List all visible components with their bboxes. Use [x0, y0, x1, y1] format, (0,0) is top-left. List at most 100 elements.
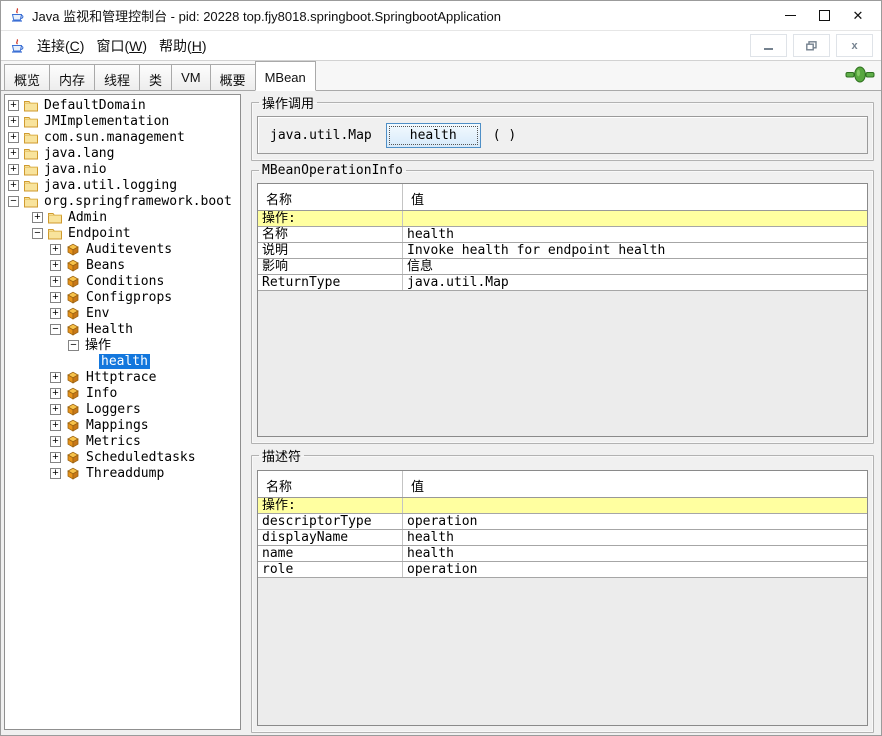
- mbean-icon: [65, 323, 81, 336]
- expand-icon[interactable]: +: [50, 436, 61, 447]
- expand-icon[interactable]: +: [50, 468, 61, 479]
- internal-minimize-button[interactable]: [750, 34, 787, 57]
- expand-icon[interactable]: +: [8, 164, 19, 175]
- collapse-icon[interactable]: −: [8, 196, 19, 207]
- collapse-icon[interactable]: −: [68, 340, 79, 351]
- expand-icon[interactable]: +: [50, 420, 61, 431]
- tree-node-admin[interactable]: + Admin: [5, 209, 240, 225]
- expand-icon[interactable]: +: [50, 276, 61, 287]
- tree-node-loggers[interactable]: + Loggers: [5, 401, 240, 417]
- operation-info-row-说明[interactable]: 说明Invoke health for endpoint health: [258, 243, 867, 259]
- operation-info-row-名称[interactable]: 名称health: [258, 227, 867, 243]
- cell-name: 说明: [258, 243, 403, 258]
- tab-mbean[interactable]: MBean: [255, 61, 316, 91]
- collapse-icon[interactable]: −: [50, 324, 61, 335]
- expand-icon[interactable]: +: [32, 212, 43, 223]
- expand-icon[interactable]: +: [8, 148, 19, 159]
- operation-info-title: MBeanOperationInfo: [259, 163, 406, 178]
- tree-node-label: java.lang: [42, 146, 116, 161]
- close-button[interactable]: ✕: [841, 3, 875, 29]
- tree-node-endpoint[interactable]: − Endpoint: [5, 225, 240, 241]
- menu-window[interactable]: 窗口(W): [90, 33, 153, 59]
- tree-node-com.sun.management[interactable]: + com.sun.management: [5, 129, 240, 145]
- tree-node-label: Admin: [66, 210, 109, 225]
- folder-icon: [23, 163, 39, 176]
- collapse-icon[interactable]: −: [32, 228, 43, 239]
- operation-info-row-影响[interactable]: 影响信息: [258, 259, 867, 275]
- expand-icon[interactable]: +: [50, 308, 61, 319]
- tree-node-label: DefaultDomain: [42, 98, 148, 113]
- tree-node-操作[interactable]: −操作: [5, 337, 240, 353]
- tree-node-threaddump[interactable]: + Threaddump: [5, 465, 240, 481]
- tree-node-label: Info: [84, 386, 119, 401]
- tree-node-health[interactable]: health: [5, 353, 240, 369]
- descriptor-table: 操作:descriptorTypeoperationdisplayNamehea…: [258, 498, 867, 578]
- minimize-button[interactable]: [773, 3, 807, 29]
- tree-node-mappings[interactable]: + Mappings: [5, 417, 240, 433]
- menu-bar: 连接(C) 窗口(W) 帮助(H) x: [1, 31, 881, 61]
- expand-icon[interactable]: +: [8, 100, 19, 111]
- tree-node-beans[interactable]: + Beans: [5, 257, 240, 273]
- descriptor-row-role[interactable]: roleoperation: [258, 562, 867, 578]
- window-title: Java 监视和管理控制台 - pid: 20228 top.fjy8018.s…: [32, 6, 501, 25]
- tab-内存[interactable]: 内存: [49, 64, 95, 90]
- tree-node-defaultdomain[interactable]: + DefaultDomain: [5, 97, 240, 113]
- expand-icon[interactable]: +: [50, 372, 61, 383]
- operation-info-row-returntype[interactable]: ReturnTypejava.util.Map: [258, 275, 867, 291]
- tab-线程[interactable]: 线程: [94, 64, 140, 90]
- expand-icon[interactable]: +: [50, 388, 61, 399]
- cell-value: 信息: [403, 259, 867, 274]
- internal-close-button[interactable]: x: [836, 34, 873, 57]
- expand-icon[interactable]: +: [50, 404, 61, 415]
- expand-icon[interactable]: +: [50, 292, 61, 303]
- jconsole-window: Java 监视和管理控制台 - pid: 20228 top.fjy8018.s…: [0, 0, 882, 736]
- menu-connection[interactable]: 连接(C): [31, 33, 90, 59]
- expand-icon[interactable]: +: [50, 260, 61, 271]
- cell-value: java.util.Map: [403, 275, 867, 290]
- operation-info-table-header: 名称 值: [258, 184, 867, 211]
- operation-info-row-操作[interactable]: 操作:: [258, 211, 867, 227]
- tab-类[interactable]: 类: [139, 64, 172, 90]
- tree-node-label: Httptrace: [84, 370, 158, 385]
- menu-help[interactable]: 帮助(H): [153, 33, 212, 59]
- tree-node-java.nio[interactable]: + java.nio: [5, 161, 240, 177]
- tree-node-health[interactable]: − Health: [5, 321, 240, 337]
- descriptor-row-操作[interactable]: 操作:: [258, 498, 867, 514]
- mbean-tree: + DefaultDomain+ JMImplementation+ com.s…: [4, 94, 241, 730]
- tree-node-configprops[interactable]: + Configprops: [5, 289, 240, 305]
- descriptor-row-displayname[interactable]: displayNamehealth: [258, 530, 867, 546]
- tree-node-env[interactable]: + Env: [5, 305, 240, 321]
- tree-node-metrics[interactable]: + Metrics: [5, 433, 240, 449]
- expand-icon[interactable]: +: [50, 244, 61, 255]
- tree-node-java.util.logging[interactable]: + java.util.logging: [5, 177, 240, 193]
- operation-info-group: MBeanOperationInfo 名称 值 操作:名称health说明Inv…: [251, 163, 874, 444]
- internal-minimize-icon: [764, 48, 773, 50]
- expand-icon[interactable]: +: [8, 180, 19, 191]
- tree-node-httptrace[interactable]: + Httptrace: [5, 369, 240, 385]
- column-header-name: 名称: [258, 184, 403, 210]
- tab-概要[interactable]: 概要: [210, 64, 256, 90]
- descriptor-row-descriptortype[interactable]: descriptorTypeoperation: [258, 514, 867, 530]
- tree-node-java.lang[interactable]: + java.lang: [5, 145, 240, 161]
- tree-node-org.springframework.boot[interactable]: − org.springframework.boot: [5, 193, 240, 209]
- maximize-button[interactable]: [807, 3, 841, 29]
- expand-icon[interactable]: +: [50, 452, 61, 463]
- cell-name: name: [258, 546, 403, 561]
- tree-node-jmimplementation[interactable]: + JMImplementation: [5, 113, 240, 129]
- expand-icon[interactable]: +: [8, 116, 19, 127]
- tab-概览[interactable]: 概览: [4, 64, 50, 90]
- expand-icon[interactable]: +: [8, 132, 19, 143]
- tree-node-info[interactable]: + Info: [5, 385, 240, 401]
- tree-node-conditions[interactable]: + Conditions: [5, 273, 240, 289]
- operation-info-scrollpane: 名称 值 操作:名称health说明Invoke health for endp…: [257, 183, 868, 437]
- internal-close-icon: x: [851, 40, 857, 52]
- folder-icon: [23, 115, 39, 128]
- invoke-health-button[interactable]: health: [386, 123, 481, 148]
- tree-node-auditevents[interactable]: + Auditevents: [5, 241, 240, 257]
- invoke-health-button-label: health: [389, 126, 478, 145]
- minimize-icon: [785, 15, 796, 16]
- internal-restore-button[interactable]: [793, 34, 830, 57]
- descriptor-row-name[interactable]: namehealth: [258, 546, 867, 562]
- tree-node-scheduledtasks[interactable]: + Scheduledtasks: [5, 449, 240, 465]
- tab-vm[interactable]: VM: [171, 64, 211, 90]
